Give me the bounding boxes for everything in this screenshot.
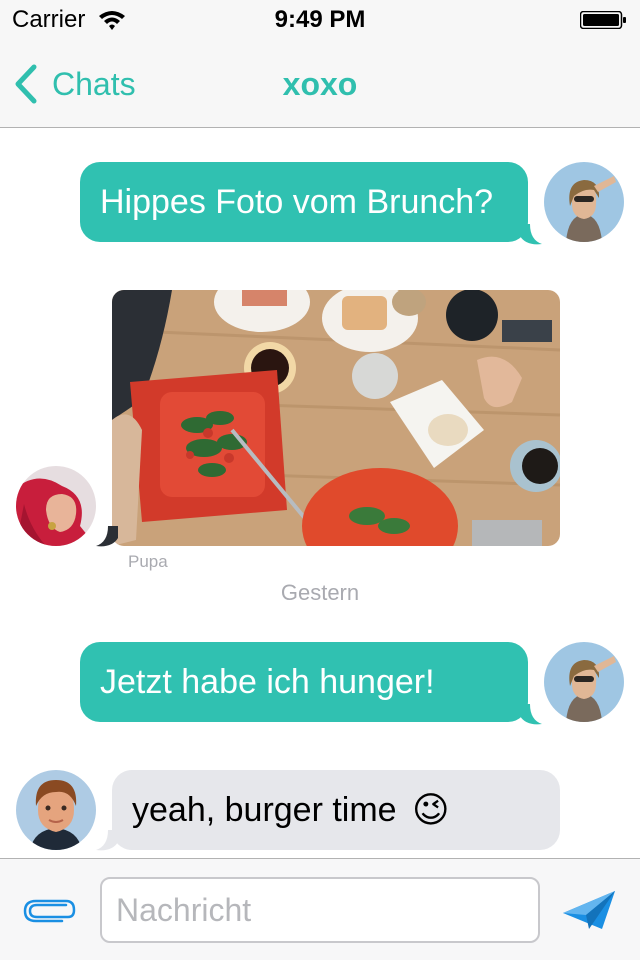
paperclip-icon[interactable] <box>22 895 78 925</box>
navigation-bar: Chats xoxo <box>0 40 640 128</box>
sender-name: Pupa <box>128 552 168 571</box>
message-bubble-outgoing[interactable]: Hippes Foto vom Brunch? <box>80 162 528 242</box>
bubble-tail <box>520 704 542 725</box>
battery-icon <box>580 11 626 29</box>
brunch-photo-image <box>112 290 560 546</box>
conversation-title: xoxo <box>282 66 358 102</box>
bubble-tail <box>96 526 118 547</box>
bubble-tail <box>96 830 118 851</box>
message-text: Hippes Foto vom Brunch? <box>100 183 494 221</box>
avatar-woman-sunglasses-image <box>544 162 624 242</box>
message-text: Jetzt habe ich hunger! <box>100 663 435 701</box>
message-input[interactable] <box>100 877 540 943</box>
compose-bar <box>0 858 640 960</box>
avatar-red-hair-woman-image <box>16 466 96 546</box>
message-text: yeah, burger time <box>132 791 397 829</box>
message-bubble-outgoing[interactable]: Jetzt habe ich hunger! <box>80 642 528 722</box>
message-photo[interactable] <box>112 290 560 546</box>
date-separator: Gestern <box>280 580 360 605</box>
send-icon[interactable] <box>562 889 616 931</box>
avatar[interactable] <box>544 642 624 722</box>
avatar[interactable] <box>16 770 96 850</box>
bubble-tail <box>520 224 542 245</box>
chat-screen: Carrier 9:49 PM Chats xoxo Hippes Foto v… <box>0 0 640 960</box>
avatar-woman-sunglasses-image <box>544 642 624 722</box>
avatar[interactable] <box>16 466 96 546</box>
message-bubble-incoming[interactable]: yeah, burger time 😉 <box>112 770 560 850</box>
winking-face-emoji: 😉 <box>412 789 450 830</box>
avatar-boy-image <box>16 770 96 850</box>
avatar[interactable] <box>544 162 624 242</box>
status-time: 9:49 PM <box>274 6 366 33</box>
status-bar: Carrier 9:49 PM <box>0 0 640 40</box>
